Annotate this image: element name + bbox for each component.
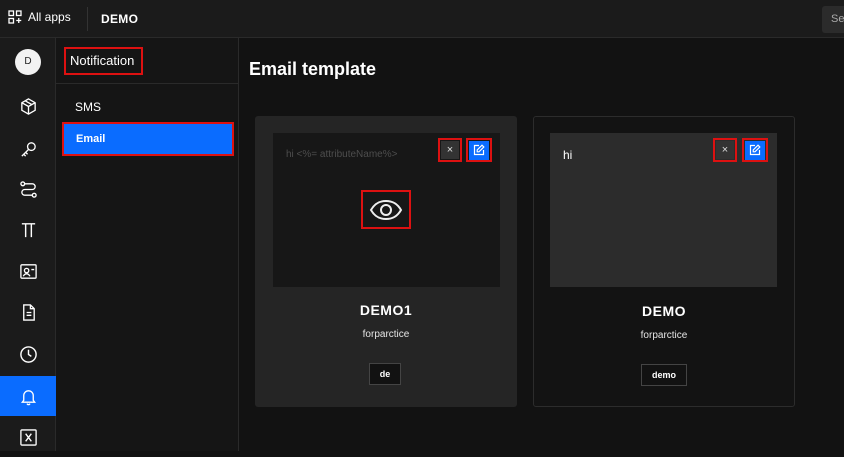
rail-item-id-card[interactable] <box>0 251 56 291</box>
pi-icon <box>21 222 35 237</box>
search-button[interactable]: Se <box>822 6 844 33</box>
document-icon <box>22 303 35 321</box>
app-name: DEMO <box>101 12 139 26</box>
preview-button[interactable] <box>361 190 411 229</box>
edit-button[interactable] <box>466 138 492 162</box>
template-subtitle: forparctice <box>362 329 410 340</box>
clock-icon <box>19 345 37 363</box>
close-icon: × <box>441 141 459 159</box>
edit-icon <box>473 144 485 156</box>
apps-grid-icon <box>8 10 22 24</box>
delete-button[interactable]: × <box>438 138 462 162</box>
rail-item-document[interactable] <box>0 292 56 332</box>
main-content: Email template hi <%= attributeName%> × … <box>239 38 844 451</box>
page-title: Email template <box>249 59 377 79</box>
sidebar-item-email[interactable]: Email <box>62 122 234 156</box>
id-card-icon <box>19 263 37 279</box>
eye-icon <box>369 199 403 220</box>
rail-item-workflow[interactable] <box>0 169 56 209</box>
template-name: DEMO <box>642 303 686 319</box>
template-card-demo[interactable]: hi × DEMO forparctice demo <box>533 116 795 407</box>
edit-icon <box>749 144 761 156</box>
template-name: DEMO1 <box>359 302 413 318</box>
template-tag: demo <box>641 364 687 386</box>
key-icon <box>20 141 36 157</box>
rail-item-key[interactable] <box>0 129 56 169</box>
template-subtitle: forparctice <box>640 330 688 341</box>
template-preview[interactable]: hi <%= attributeName%> × <box>273 133 500 287</box>
notification-sidebar: Notification SMS Email <box>56 38 239 451</box>
preview-text: hi <box>563 148 573 162</box>
variable-icon <box>19 428 37 446</box>
template-tag: de <box>369 363 401 385</box>
rail-item-cube[interactable] <box>0 86 56 126</box>
top-bar: All apps DEMO Se <box>0 0 844 38</box>
close-icon: × <box>716 141 734 159</box>
rail-item-notifications[interactable] <box>0 376 56 416</box>
sidebar-divider <box>56 83 239 84</box>
workflow-icon <box>19 180 37 198</box>
preview-text: hi <%= attributeName%> <box>286 149 398 160</box>
all-apps-label: All apps <box>28 10 71 24</box>
cube-icon <box>20 97 36 115</box>
delete-button[interactable]: × <box>713 138 737 162</box>
rail-item-clock[interactable] <box>0 334 56 374</box>
sidebar-title: Notification <box>64 47 143 75</box>
sidebar-item-sms[interactable]: SMS <box>62 90 234 124</box>
rail-item-pi[interactable] <box>0 209 56 249</box>
template-preview[interactable]: hi × <box>550 133 777 287</box>
avatar[interactable]: D <box>15 49 41 75</box>
rail-item-variables[interactable] <box>0 417 56 457</box>
all-apps-button[interactable]: All apps <box>8 10 71 24</box>
icon-rail: D <box>0 38 56 451</box>
edit-button[interactable] <box>742 138 768 162</box>
template-card-demo1[interactable]: hi <%= attributeName%> × DEMO1 forparcti… <box>255 116 517 407</box>
top-divider <box>87 7 88 31</box>
bell-icon <box>20 389 36 405</box>
